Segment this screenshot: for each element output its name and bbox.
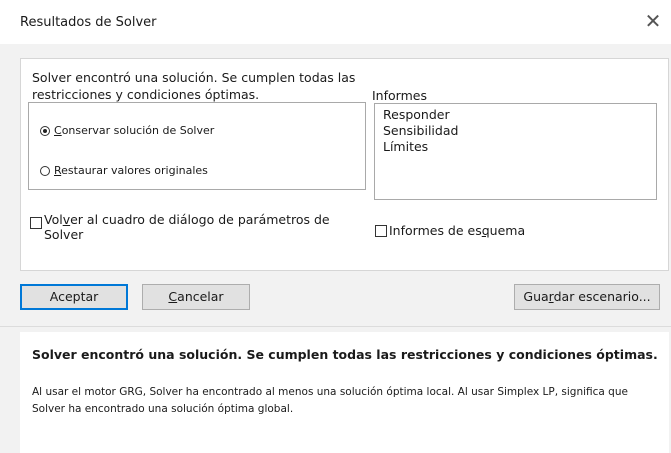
solver-results-dialog: Resultados de Solver ✕ Solver encontró u… (0, 0, 671, 453)
restore-values-radio[interactable]: Restaurar valores originales (40, 164, 208, 177)
outline-reports-checkbox-box[interactable] (375, 225, 387, 237)
solution-message: Solver encontró una solución. Se cumplen… (32, 70, 356, 102)
title-bar: Resultados de Solver ✕ (0, 0, 671, 44)
restore-values-radio-button[interactable] (40, 165, 50, 176)
close-icon[interactable]: ✕ (642, 10, 664, 32)
report-item-limites[interactable]: Límites (383, 139, 656, 155)
section-divider (0, 326, 671, 327)
report-item-sensibilidad[interactable]: Sensibilidad (383, 123, 656, 139)
accept-button[interactable]: Aceptar (20, 284, 128, 310)
description-headline: Solver encontró una solución. Se cumplen… (32, 347, 658, 362)
description-body: Al usar el motor GRG, Solver ha encontra… (32, 386, 628, 415)
restore-values-label: Restaurar valores originales (54, 164, 208, 177)
return-to-parameters-label: Volver al cuadro de diálogo de parámetro… (44, 212, 330, 242)
keep-solution-radio-button[interactable] (40, 125, 50, 136)
report-item-responder[interactable]: Responder (383, 107, 656, 123)
reports-listbox[interactable]: Responder Sensibilidad Límites (374, 103, 657, 200)
cancel-button[interactable]: Cancelar (142, 284, 250, 310)
outline-reports-label: Informes de esquema (389, 223, 526, 238)
outline-reports-checkbox[interactable]: Informes de esquema (375, 223, 525, 238)
return-to-parameters-checkbox-box[interactable] (30, 217, 42, 229)
dialog-title: Resultados de Solver (20, 15, 157, 30)
keep-solution-label: Conservar solución de Solver (54, 124, 215, 137)
return-to-parameters-checkbox[interactable]: Volver al cuadro de diálogo de parámetro… (30, 212, 350, 242)
save-scenario-button[interactable]: Guardar escenario... (514, 284, 660, 310)
reports-label: Informes (372, 88, 427, 103)
keep-solution-radio[interactable]: Conservar solución de Solver (40, 124, 214, 137)
